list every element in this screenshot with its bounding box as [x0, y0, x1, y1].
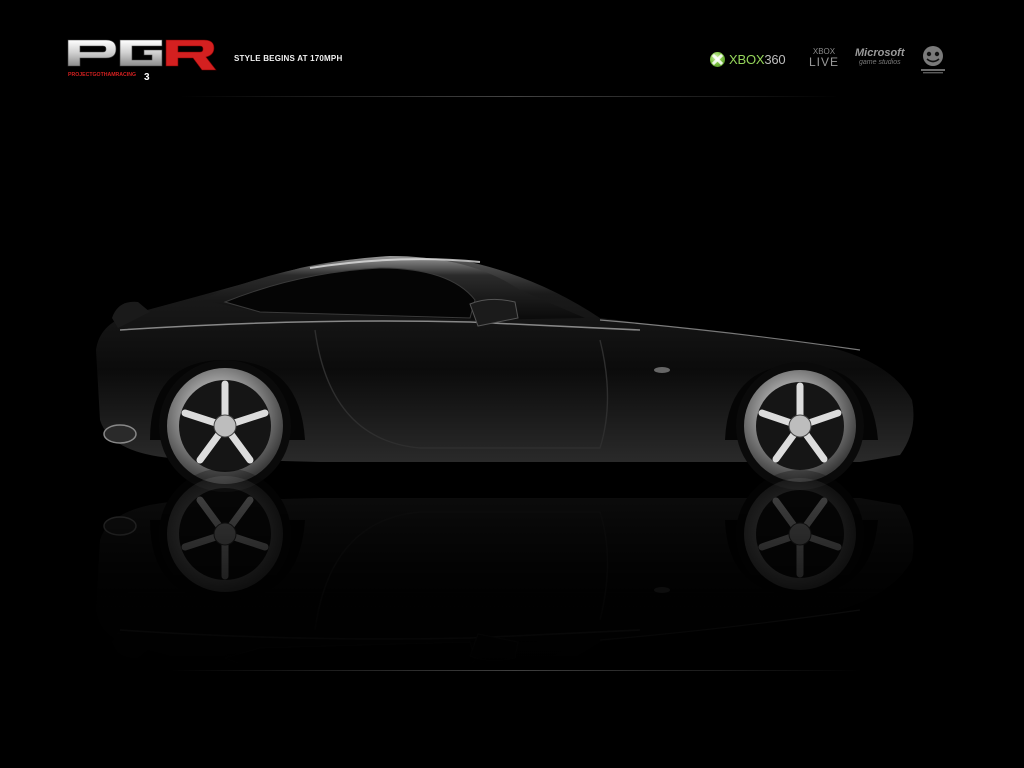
car-body: [96, 256, 914, 492]
car-reflection: [96, 468, 914, 704]
footer-divider: [170, 670, 860, 671]
game-screen: PROJECTGOTHAMRACING 3 STYLE BEGINS AT 17…: [0, 0, 1024, 768]
sports-car-image: [0, 0, 1024, 768]
